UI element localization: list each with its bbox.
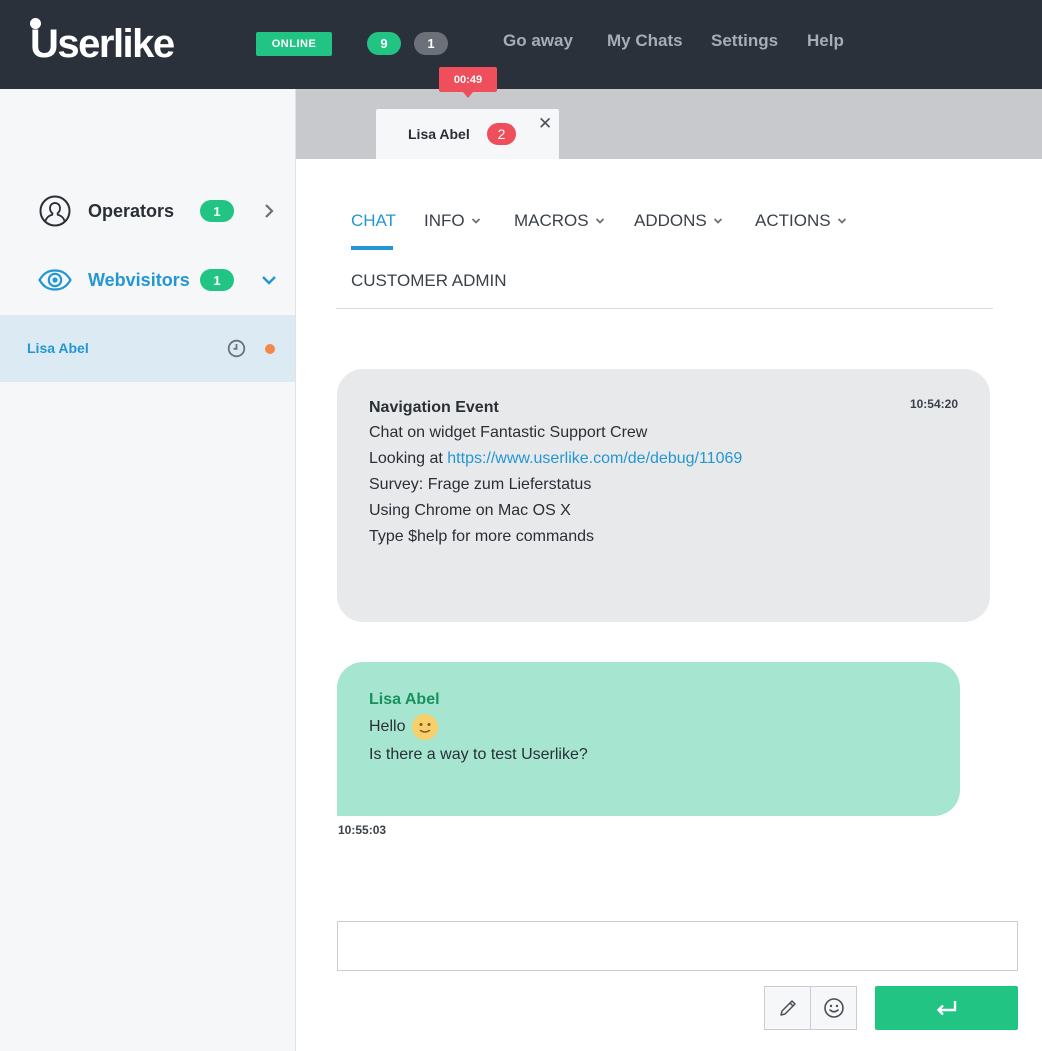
menu-chat[interactable]: CHAT [351, 211, 396, 231]
visitor-list-item[interactable]: Lisa Abel [0, 315, 295, 382]
message-input[interactable] [338, 922, 1017, 970]
waiting-chats-count[interactable]: 1 [414, 32, 448, 55]
message-line-browser: Using Chrome on Mac OS X [369, 502, 571, 519]
message-line-help: Type $help for more commands [369, 528, 594, 545]
message-author: Lisa Abel [369, 691, 440, 708]
chat-tab[interactable]: Lisa Abel 2 ✕ [376, 109, 559, 159]
menu-macros[interactable]: MACROS [514, 211, 605, 231]
chevron-right-icon[interactable] [260, 202, 278, 220]
menu-customer-admin[interactable]: CUSTOMER ADMIN [351, 271, 507, 291]
menu-label: ADDONS [634, 211, 707, 230]
nav-go-away[interactable]: Go away [503, 31, 573, 51]
nav-my-chats[interactable]: My Chats [607, 31, 683, 51]
sidebar-group-operators[interactable]: Operators 1 [0, 186, 295, 236]
nav-help[interactable]: Help [807, 31, 844, 51]
clock-icon [227, 339, 246, 358]
chevron-down-icon[interactable] [260, 271, 278, 289]
active-tab-indicator [351, 246, 393, 250]
edit-button[interactable] [764, 986, 811, 1030]
chat-tab-name: Lisa Abel [408, 126, 470, 142]
menu-label: MACROS [514, 211, 589, 230]
close-icon[interactable]: ✕ [538, 114, 552, 134]
message-text: Hello [369, 718, 406, 735]
pencil-icon [779, 1000, 796, 1016]
message-line-url: Looking at https://www.userlike.com/de/d… [369, 450, 742, 468]
message-line-greeting: Hello [369, 713, 439, 741]
active-chats-count[interactable]: 9 [367, 32, 401, 55]
sidebar-group-label: Webvisitors [88, 269, 190, 290]
menu-label: INFO [424, 211, 465, 230]
message-line-prefix: Looking at [369, 450, 448, 467]
sidebar-group-label: Operators [88, 200, 175, 221]
visited-page-link[interactable]: https://www.userlike.com/de/debug/11069 [447, 450, 742, 467]
user-circle-icon [38, 194, 72, 228]
caret-down-icon [713, 218, 722, 224]
top-bar: Userlike ONLINE 9 1 Go away My Chats Set… [0, 0, 1042, 89]
chat-tab-unread-count: 2 [487, 123, 516, 145]
message-line-question: Is there a way to test Userlike? [369, 746, 588, 763]
nav-settings[interactable]: Settings [711, 31, 778, 51]
sidebar-group-webvisitors[interactable]: Webvisitors 1 [0, 255, 295, 305]
visitor-name: Lisa Abel [27, 340, 89, 356]
logo-text: Userlike [30, 22, 175, 66]
chat-tab-strip: Lisa Abel 2 ✕ [296, 89, 1042, 159]
menu-label: CUSTOMER ADMIN [351, 271, 507, 290]
message-line-survey: Survey: Frage zum Lieferstatus [369, 476, 592, 493]
chat-timer-badge: 00:49 [439, 67, 497, 98]
slightly-smiling-face-emoji [412, 714, 439, 740]
emoji-button[interactable] [810, 986, 857, 1030]
send-button[interactable] [875, 986, 1018, 1030]
message-timestamp: 10:55:03 [338, 823, 387, 837]
eye-icon [38, 263, 72, 297]
message-line-widget: Chat on widget Fantastic Support Crew [369, 424, 648, 441]
sidebar-group-count: 1 [200, 200, 234, 222]
menu-addons[interactable]: ADDONS [634, 211, 723, 231]
visitor-status-dot [265, 344, 275, 354]
status-badge[interactable]: ONLINE [256, 32, 332, 56]
message-timestamp: 10:54:20 [909, 397, 958, 411]
menu-label: ACTIONS [755, 211, 831, 230]
message-title: Navigation Event [369, 399, 499, 416]
message-composer [337, 921, 1018, 971]
menu-divider [336, 308, 993, 309]
caret-down-icon [595, 218, 604, 224]
navigation-event-message: Navigation Event 10:54:20 Chat on widget… [337, 369, 990, 622]
logo-dot [30, 18, 41, 29]
return-arrow-icon [936, 1001, 956, 1016]
sidebar-group-count: 1 [200, 269, 234, 291]
caret-down-icon [471, 218, 480, 224]
smiley-icon [823, 998, 844, 1018]
visitor-message: Lisa Abel Hello Is there a way to test U… [337, 662, 960, 816]
menu-info[interactable]: INFO [424, 211, 481, 231]
menu-actions[interactable]: ACTIONS [755, 211, 847, 231]
menu-label: CHAT [351, 211, 397, 230]
sidebar: Operators 1 Webvisitors 1 Lisa Abel [0, 89, 296, 1051]
userlike-logo[interactable]: Userlike [30, 16, 175, 66]
caret-down-icon [837, 218, 846, 224]
